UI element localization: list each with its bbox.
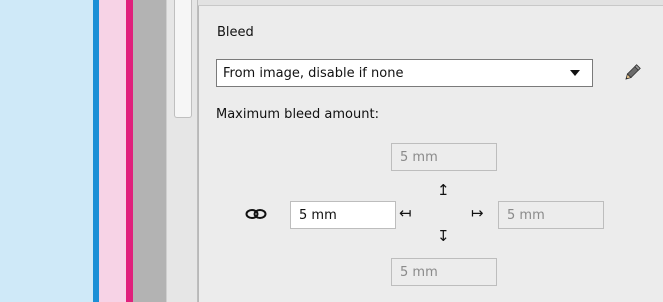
link-icon[interactable] — [244, 206, 268, 222]
arrow-left-icon: ↤ — [399, 204, 412, 222]
scrollbar-thumb[interactable] — [174, 0, 192, 118]
arrow-right-icon: ↦ — [471, 204, 484, 222]
page-preview — [0, 0, 166, 302]
arrow-up-icon: ↥ — [437, 181, 450, 199]
bleed-mode-select[interactable]: From image, disable if none — [216, 59, 593, 87]
preview-gray-margin — [133, 0, 166, 302]
bleed-heading: Bleed — [217, 25, 254, 40]
bleed-left-field[interactable]: 5 mm — [290, 201, 396, 229]
preview-pink-bleed — [99, 0, 126, 302]
max-bleed-label: Maximum bleed amount: — [216, 107, 379, 122]
chevron-down-icon[interactable] — [570, 70, 580, 76]
preview-magenta-line — [126, 0, 133, 302]
pencil-icon[interactable] — [621, 62, 643, 84]
arrow-down-icon: ↧ — [437, 227, 450, 245]
bleed-top-field[interactable]: 5 mm — [391, 143, 497, 171]
bleed-mode-value: From image, disable if none — [223, 65, 404, 81]
panel-top-edge — [198, 0, 663, 6]
bleed-bottom-field[interactable]: 5 mm — [391, 258, 497, 286]
bleed-right-field[interactable]: 5 mm — [498, 201, 604, 229]
